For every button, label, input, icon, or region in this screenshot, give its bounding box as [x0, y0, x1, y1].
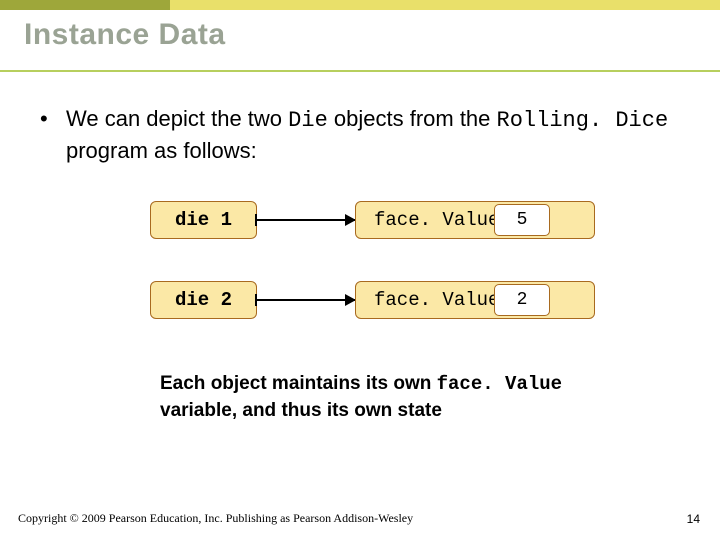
arrow-icon — [257, 219, 355, 221]
field-label-2: face. Value — [374, 288, 499, 314]
diagram-row-1: die 1 face. Value 5 — [40, 201, 680, 241]
bullet-pre: We can depict the two — [66, 106, 288, 131]
var-box-die1: die 1 — [150, 201, 257, 239]
caption-code: face. Value — [437, 373, 562, 395]
diagram-row-2: die 2 face. Value 2 — [40, 281, 680, 321]
slide-body: • We can depict the two Die objects from… — [0, 72, 720, 424]
bullet-text: We can depict the two Die objects from t… — [66, 104, 680, 165]
var-box-die2: die 2 — [150, 281, 257, 319]
bullet-post: program as follows: — [66, 138, 257, 163]
value-box-die2: 2 — [494, 284, 550, 316]
decorative-top-stripe — [0, 0, 720, 10]
bullet-code-2: Rolling. Dice — [497, 108, 669, 133]
caption: Each object maintains its own face. Valu… — [160, 371, 600, 423]
object-box-die2: face. Value — [355, 281, 595, 319]
object-box-die1: face. Value — [355, 201, 595, 239]
bullet-mid: objects from the — [328, 106, 497, 131]
bullet-code-1: Die — [288, 108, 328, 133]
object-diagram: die 1 face. Value 5 die 2 face. Value 2 — [40, 191, 680, 361]
value-box-die1: 5 — [494, 204, 550, 236]
caption-post: variable, and thus its own state — [160, 400, 442, 421]
field-label-1: face. Value — [374, 208, 499, 234]
caption-pre: Each object maintains its own — [160, 373, 437, 394]
title-band: Instance Data — [0, 10, 720, 72]
arrow-icon — [257, 299, 355, 301]
copyright-footer: Copyright © 2009 Pearson Education, Inc.… — [18, 511, 413, 526]
bullet-dot: • — [40, 104, 66, 165]
page-number: 14 — [687, 512, 700, 526]
page-title: Instance Data — [24, 18, 720, 52]
bullet-item: • We can depict the two Die objects from… — [40, 104, 680, 165]
